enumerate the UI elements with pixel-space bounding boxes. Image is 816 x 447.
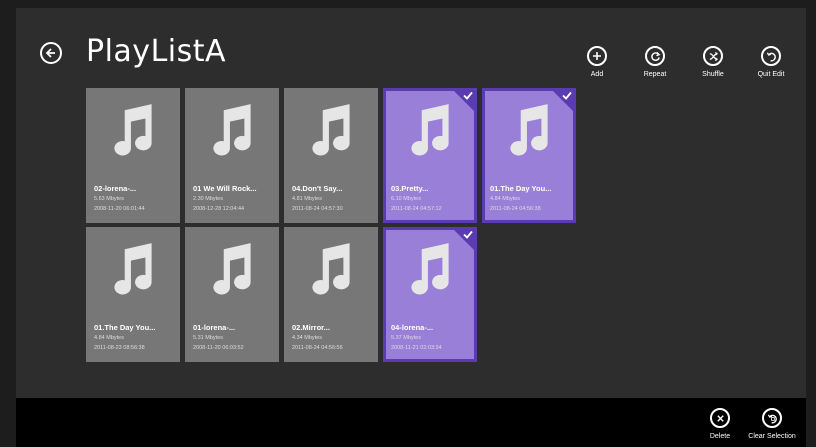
app-canvas: PlayListA Add Repeat Shuffle Quit Edit 0…	[16, 8, 806, 398]
shuffle-icon	[703, 46, 723, 66]
delete-label: Delete	[709, 433, 731, 440]
song-title: 01 We Will Rock...	[193, 184, 257, 193]
song-size: 6.10 Mbytes	[391, 196, 421, 202]
song-date: 2011-08-24 04:57:30	[292, 206, 343, 212]
song-tile[interactable]: 01.The Day You... 4.84 Mbytes 2011-08-23 0…	[86, 227, 180, 362]
music-note-icon	[411, 243, 449, 295]
song-title: 01.The Day You...	[94, 323, 156, 332]
song-date: 2008-12-28 12:04:44	[193, 206, 245, 212]
song-tile[interactable]: 01.The Day You... 4.84 Mbytes 2011-08-24 0…	[482, 88, 576, 223]
quit-edit-label: Quit Edit	[757, 71, 785, 78]
page-title: PlayListA	[86, 34, 227, 69]
clear-selection-button[interactable]: Clear Selection	[742, 408, 802, 440]
checkmark-icon	[463, 91, 473, 100]
song-title: 02.Mirror...	[292, 323, 330, 332]
clear-selection-icon	[762, 408, 782, 428]
song-size: 5.31 Mbytes	[193, 335, 223, 341]
music-note-icon	[411, 104, 449, 156]
song-tile[interactable]: 04-lorena-... 5.37 Mbytes 2008-11-21 02:03…	[383, 227, 477, 362]
song-tile[interactable]: 04.Don't Say... 4.81 Mbytes 2011-08-24 04:…	[284, 88, 378, 223]
song-size: 4.81 Mbytes	[292, 196, 322, 202]
bottom-app-bar: Delete Clear Selection	[16, 398, 806, 447]
add-icon	[587, 46, 607, 66]
song-title: 04-lorena-...	[391, 323, 434, 332]
quit-edit-button[interactable]: Quit Edit	[746, 46, 796, 78]
song-size: 2.30 Mbytes	[193, 196, 223, 202]
song-date: 2011-08-24 04:56:38	[490, 206, 541, 212]
song-date: 2008-11-20 06:03:52	[193, 345, 244, 351]
add-button[interactable]: Add	[572, 46, 622, 78]
delete-button[interactable]: Delete	[690, 408, 750, 440]
music-note-icon	[114, 104, 152, 156]
song-title: 02-lorena-...	[94, 184, 137, 193]
repeat-button[interactable]: Repeat	[630, 46, 680, 78]
song-date: 2011-08-24 04:56:56	[292, 345, 343, 351]
back-button[interactable]	[40, 42, 62, 64]
music-note-icon	[114, 243, 152, 295]
song-tile[interactable]: 01-lorena-... 5.31 Mbytes 2008-11-20 06:03…	[185, 227, 279, 362]
song-title: 04.Don't Say...	[292, 184, 343, 193]
song-date: 2008-11-21 02:03:34	[391, 345, 442, 351]
clear-selection-label: Clear Selection	[748, 433, 796, 440]
song-title: 03.Pretty...	[391, 184, 429, 193]
song-size: 4.34 Mbytes	[292, 335, 322, 341]
song-date: 2011-08-23 08:56:38	[94, 345, 145, 351]
song-size: 5.63 Mbytes	[94, 196, 124, 202]
back-arrow-icon	[45, 48, 55, 58]
quit-edit-icon	[761, 46, 781, 66]
song-title: 01-lorena-...	[193, 323, 236, 332]
repeat-label: Repeat	[643, 71, 667, 78]
repeat-icon	[645, 46, 665, 66]
music-note-icon	[312, 243, 350, 295]
song-date: 2011-08-24 04:57:12	[391, 206, 442, 212]
top-toolbar: Add Repeat Shuffle Quit Edit	[566, 46, 806, 96]
checkmark-icon	[463, 230, 473, 239]
song-tile[interactable]: 02.Mirror... 4.34 Mbytes 2011-08-24 04:56:…	[284, 227, 378, 362]
music-note-icon	[312, 104, 350, 156]
song-tile[interactable]: 02-lorena-... 5.63 Mbytes 2008-11-20 06:01…	[86, 88, 180, 223]
music-note-icon	[213, 104, 251, 156]
song-size: 4.84 Mbytes	[490, 196, 520, 202]
song-tile[interactable]: 03.Pretty... 6.10 Mbytes 2011-08-24 04:57:…	[383, 88, 477, 223]
delete-icon	[710, 408, 730, 428]
add-label: Add	[590, 71, 604, 78]
song-tile[interactable]: 01 We Will Rock... 2.30 Mbytes 2008-12-28 …	[185, 88, 279, 223]
song-date: 2008-11-20 06:01:44	[94, 206, 145, 212]
shuffle-button[interactable]: Shuffle	[688, 46, 738, 78]
checkmark-icon	[562, 91, 572, 100]
music-note-icon	[213, 243, 251, 295]
song-size: 4.84 Mbytes	[94, 335, 124, 341]
song-title: 01.The Day You...	[490, 184, 552, 193]
music-note-icon	[510, 104, 548, 156]
song-size: 5.37 Mbytes	[391, 335, 421, 341]
shuffle-label: Shuffle	[702, 71, 724, 78]
